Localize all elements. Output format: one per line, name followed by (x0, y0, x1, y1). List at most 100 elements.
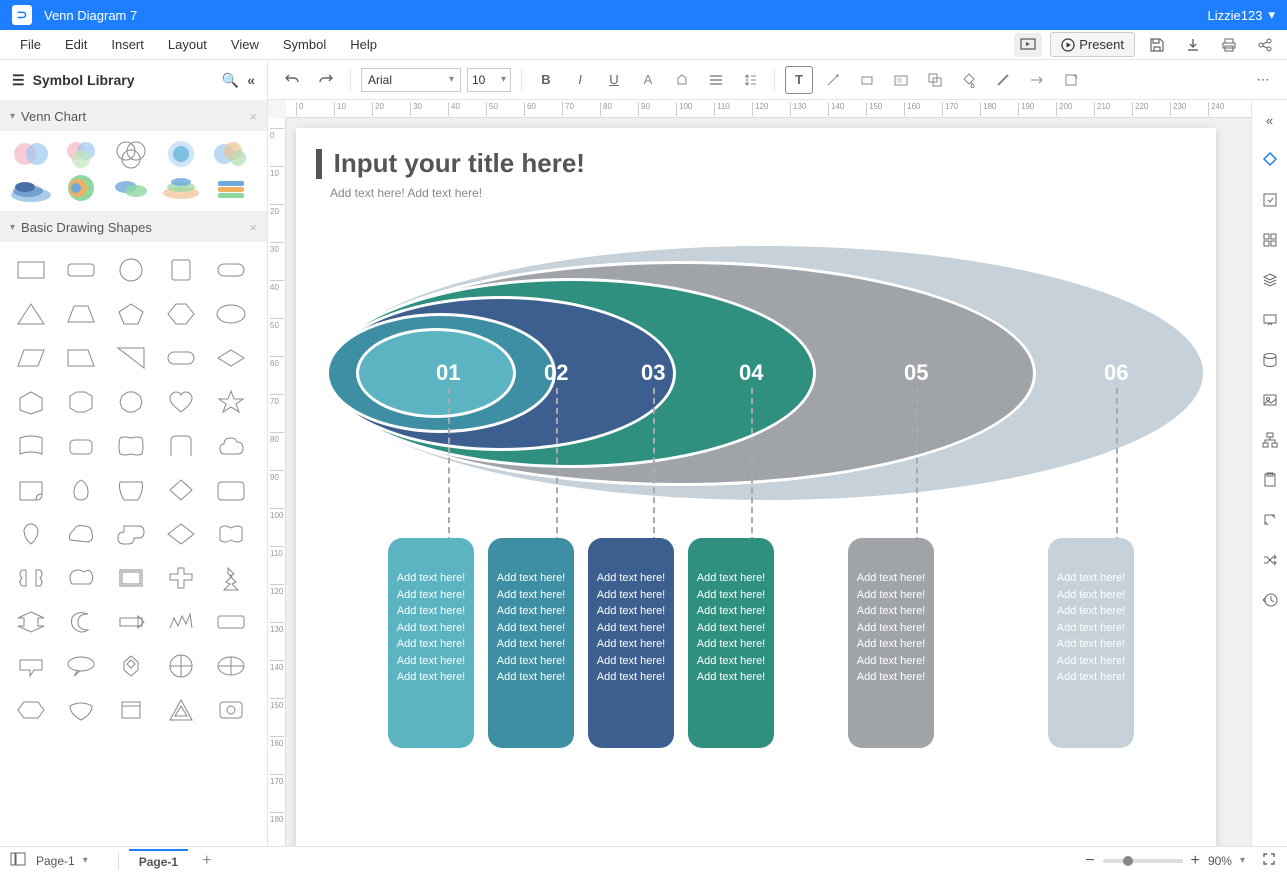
undo-button[interactable] (278, 66, 306, 94)
menu-edit[interactable]: Edit (53, 37, 99, 52)
collapse-panel-icon[interactable]: « (1256, 106, 1284, 134)
basic-shape[interactable] (8, 602, 54, 642)
venn-shape[interactable] (108, 139, 154, 169)
fullscreen-button[interactable] (1261, 851, 1277, 870)
connector-line[interactable] (556, 388, 558, 543)
page-title-block[interactable]: Input your title here! (316, 148, 585, 179)
basic-shape[interactable] (58, 558, 104, 598)
zoom-in-button[interactable]: + (1191, 852, 1200, 870)
font-size-select[interactable]: 10▾ (467, 68, 511, 92)
basic-shape[interactable] (108, 690, 154, 730)
arrow-panel-icon[interactable] (1256, 506, 1284, 534)
ellipse-label[interactable]: 06 (1104, 360, 1128, 386)
text-tool-button[interactable]: T (785, 66, 813, 94)
line-spacing-button[interactable] (736, 66, 764, 94)
line-button[interactable] (989, 66, 1017, 94)
export-panel-icon[interactable] (1256, 186, 1284, 214)
basic-shape[interactable] (208, 294, 254, 334)
venn-shape[interactable] (208, 173, 254, 203)
search-icon[interactable]: 🔍 (222, 72, 239, 89)
basic-shape[interactable] (58, 646, 104, 686)
basic-shape[interactable] (158, 646, 204, 686)
venn-shape[interactable] (8, 139, 54, 169)
basic-shape[interactable] (108, 558, 154, 598)
arrow-style-button[interactable] (1023, 66, 1051, 94)
basic-shape[interactable] (208, 602, 254, 642)
nested-ellipses[interactable]: 010203040506 (326, 238, 1206, 518)
share-icon[interactable] (1251, 33, 1279, 57)
basic-shape[interactable] (8, 514, 54, 554)
close-section-icon[interactable]: × (249, 220, 257, 235)
image-panel-icon[interactable] (1256, 386, 1284, 414)
download-icon[interactable] (1179, 33, 1207, 57)
page-select[interactable]: Page-1 ▾ (36, 854, 88, 868)
basic-shape[interactable] (108, 426, 154, 466)
text-card[interactable]: Add text here! Add text here! Add text h… (848, 538, 934, 748)
collapse-sidebar-icon[interactable]: « (247, 72, 255, 88)
basic-shape[interactable] (58, 602, 104, 642)
basic-shape[interactable] (58, 470, 104, 510)
basic-shape[interactable] (208, 558, 254, 598)
basic-shape[interactable] (8, 250, 54, 290)
presentation-panel-icon[interactable] (1256, 306, 1284, 334)
bold-button[interactable]: B (532, 66, 560, 94)
basic-shape[interactable] (208, 514, 254, 554)
basic-shape[interactable] (108, 514, 154, 554)
menu-insert[interactable]: Insert (99, 37, 156, 52)
basic-shape[interactable] (208, 690, 254, 730)
basic-shape[interactable] (8, 558, 54, 598)
text-card[interactable]: Add text here! Add text here! Add text h… (388, 538, 474, 748)
basic-shape[interactable] (208, 646, 254, 686)
venn-shape[interactable] (208, 139, 254, 169)
basic-shape[interactable] (58, 338, 104, 378)
basic-shape[interactable] (8, 646, 54, 686)
close-section-icon[interactable]: × (249, 109, 257, 124)
ellipse-label[interactable]: 05 (904, 360, 928, 386)
text-card[interactable]: Add text here! Add text here! Add text h… (488, 538, 574, 748)
basic-shape[interactable] (208, 250, 254, 290)
underline-button[interactable]: U (600, 66, 628, 94)
ellipse-label[interactable]: 03 (641, 360, 665, 386)
basic-shape[interactable] (58, 514, 104, 554)
highlight-button[interactable] (668, 66, 696, 94)
basic-shape[interactable] (58, 250, 104, 290)
basic-shape[interactable] (8, 294, 54, 334)
text-card[interactable]: Add text here! Add text here! Add text h… (688, 538, 774, 748)
ellipse-label[interactable]: 04 (739, 360, 763, 386)
menu-view[interactable]: View (219, 37, 271, 52)
menu-help[interactable]: Help (338, 37, 389, 52)
shape-button[interactable] (853, 66, 881, 94)
basic-shape[interactable] (108, 382, 154, 422)
clear-format-button[interactable] (1057, 66, 1085, 94)
menu-layout[interactable]: Layout (156, 37, 219, 52)
data-panel-icon[interactable] (1256, 346, 1284, 374)
venn-shape[interactable] (58, 173, 104, 203)
basic-shape[interactable] (158, 382, 204, 422)
grid-panel-icon[interactable] (1256, 226, 1284, 254)
basic-shape[interactable] (158, 602, 204, 642)
slideshow-button[interactable] (1014, 33, 1042, 57)
outline-icon[interactable] (10, 852, 26, 869)
ellipse-label[interactable]: 01 (436, 360, 460, 386)
user-menu[interactable]: Lizzie123 ▾ (1208, 7, 1275, 23)
venn-shape[interactable] (8, 173, 54, 203)
venn-shape[interactable] (158, 173, 204, 203)
basic-shape[interactable] (108, 602, 154, 642)
basic-shape[interactable] (158, 514, 204, 554)
page[interactable]: Input your title here! Add text here! Ad… (296, 128, 1216, 846)
print-icon[interactable] (1215, 33, 1243, 57)
basic-shape[interactable] (208, 338, 254, 378)
basic-shape[interactable] (158, 250, 204, 290)
basic-shape[interactable] (208, 470, 254, 510)
basic-shape[interactable] (108, 294, 154, 334)
basic-shape[interactable] (108, 470, 154, 510)
menu-file[interactable]: File (8, 37, 53, 52)
more-button[interactable]: ⋯ (1249, 66, 1277, 94)
basic-shape[interactable] (8, 382, 54, 422)
venn-shape[interactable] (158, 139, 204, 169)
zoom-slider[interactable] (1103, 859, 1183, 863)
basic-shape[interactable] (8, 690, 54, 730)
clipboard-panel-icon[interactable] (1256, 466, 1284, 494)
basic-shape[interactable] (158, 470, 204, 510)
connector-line[interactable] (1116, 388, 1118, 543)
